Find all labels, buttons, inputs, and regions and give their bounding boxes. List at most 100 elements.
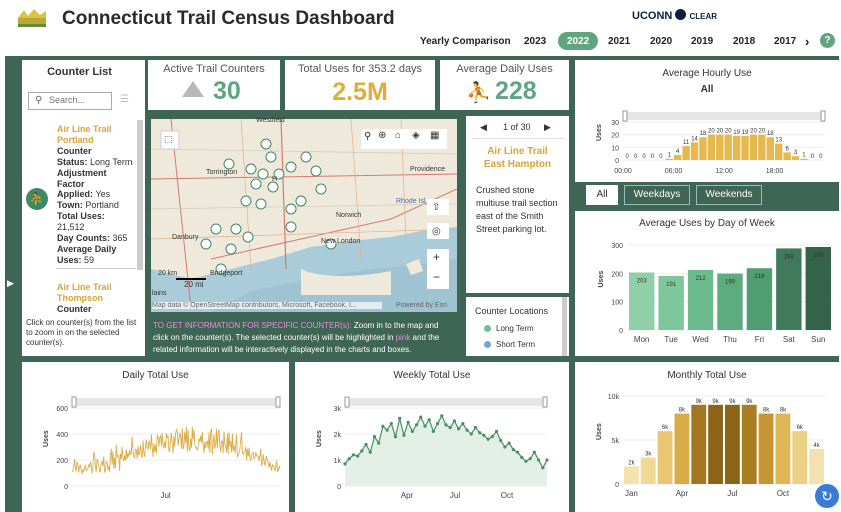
x-tick-label: Thu	[723, 335, 737, 344]
popup-subtitle: East Hampton	[483, 159, 552, 170]
year-2018[interactable]: 2018	[733, 36, 755, 47]
kpi-total-uses: Total Uses for 353.2 days 2.5M	[285, 60, 435, 110]
bar	[783, 152, 791, 160]
y-tick-label: 10k	[608, 394, 620, 401]
data-point	[524, 459, 528, 463]
data-point	[457, 427, 461, 431]
list-item-field: Average Daily	[57, 243, 117, 254]
y-tick-label: 20	[611, 133, 619, 140]
uconn-label: UCONN	[632, 10, 673, 22]
tab-all[interactable]: All	[586, 185, 618, 205]
data-point	[402, 433, 406, 437]
year-2021[interactable]: 2021	[608, 36, 630, 47]
data-label: 19	[742, 130, 749, 136]
weekly-area-chart: 0 1k 2k 3k Uses Apr Jul Oct	[316, 396, 549, 500]
search-input[interactable]	[49, 95, 109, 105]
x-tick-label: Jan	[625, 489, 638, 498]
data-label: 4	[676, 149, 680, 155]
bar	[775, 413, 791, 484]
year-2022[interactable]: 2022	[567, 36, 589, 47]
list-item-field-label: Status:	[57, 156, 91, 167]
list-item-field: Day Counts: 365	[57, 233, 142, 244]
data-point	[343, 462, 347, 466]
y-tick-label: 5k	[612, 438, 620, 445]
list-item-field-value: Long Term	[90, 156, 133, 167]
map-label-bridgeport: Bridgeport	[210, 270, 243, 277]
y-tick-label: 3k	[334, 406, 342, 413]
popup-prev-icon[interactable]: ◀	[480, 122, 487, 133]
more-years-chevron-icon[interactable]: ›	[805, 34, 809, 49]
year-2023[interactable]: 2023	[524, 36, 546, 47]
hourly-tabs: All Weekdays Weekends	[585, 183, 785, 205]
bar	[690, 142, 699, 160]
header: Connecticut Trail Census Dashboard UCONN…	[0, 0, 841, 56]
x-tick-label: 12:00	[715, 168, 733, 175]
hourly-chart-panel: Average Hourly Use All 0 10 20 30 Uses 0 0 0 0 0 1…	[575, 60, 839, 182]
compass-icon[interactable]: ⇧	[432, 202, 440, 213]
refresh-icon[interactable]: ↻	[815, 484, 839, 508]
zoom-minus-icon[interactable]: −	[433, 270, 440, 284]
data-point	[444, 423, 448, 427]
bar	[699, 137, 707, 160]
data-label: 0	[634, 154, 638, 160]
list-item-field-label: Day Counts:	[57, 233, 113, 244]
y-tick-label: 0	[64, 484, 68, 491]
data-label: 11	[683, 140, 690, 146]
search-box[interactable]: ⚲	[28, 92, 112, 110]
list-item[interactable]: Air Line Trail Thompson Counter	[57, 282, 142, 315]
locate-icon[interactable]: ◎	[432, 226, 441, 237]
list-item-field-value: 365	[112, 233, 128, 244]
data-label: 0	[659, 154, 663, 160]
data-label: 203	[637, 278, 648, 284]
filter-icon[interactable]: ☰	[120, 94, 129, 105]
list-scrollbar[interactable]	[137, 120, 143, 270]
data-point	[440, 414, 444, 418]
year-2020[interactable]: 2020	[650, 36, 672, 47]
data-point	[398, 416, 402, 420]
tab-weekdays[interactable]: Weekdays	[624, 185, 690, 205]
data-label: 20	[759, 129, 766, 135]
map-panel[interactable]: ⬚ ⚲ ⊕ ⌂ ◈ ▦ ⇧ ◎ + − Westfield Torrington…	[148, 116, 460, 316]
data-point	[435, 422, 440, 426]
year-2017[interactable]: 2017	[774, 36, 796, 47]
x-tick-label: Jul	[727, 489, 737, 498]
list-item-field: Counter	[57, 145, 92, 156]
data-point	[478, 431, 482, 435]
data-label: 191	[666, 282, 677, 288]
popup-next-icon[interactable]: ▶	[544, 122, 551, 133]
select-tool-icon[interactable]: ⬚	[164, 134, 173, 145]
help-icon[interactable]: ?	[820, 33, 835, 48]
counter-list-scroll[interactable]: ⛹ Air Line Trail Portland Counter Status…	[22, 120, 145, 316]
zoom-in-icon[interactable]: ⊕	[378, 130, 386, 141]
range-slider-track	[72, 398, 280, 406]
data-label: 293	[813, 253, 824, 259]
list-item-subtitle: Thompson	[57, 293, 103, 303]
range-slider-handle	[820, 110, 826, 122]
bar	[791, 156, 800, 160]
list-item-field: Factor	[57, 178, 85, 189]
y-tick-label: 600	[56, 406, 68, 413]
map-search-icon[interactable]: ⚲	[364, 131, 371, 142]
data-label: 13	[775, 138, 782, 144]
data-point	[368, 450, 372, 454]
data-point	[473, 425, 478, 430]
layers-icon[interactable]: ◈	[412, 130, 420, 141]
year-2019[interactable]: 2019	[691, 36, 713, 47]
yearly-comparison-link[interactable]: Yearly Comparison	[420, 36, 511, 47]
data-point	[431, 429, 435, 433]
list-item-title: Air Line Trail	[57, 124, 112, 134]
y-tick-label: 300	[611, 243, 623, 250]
data-label: 1	[668, 153, 672, 159]
bar	[707, 134, 716, 160]
side-expand-arrow-icon[interactable]: ▶	[7, 278, 14, 289]
tab-weekends[interactable]: Weekends	[696, 185, 762, 205]
data-point	[545, 458, 549, 462]
legend-scrollbar[interactable]	[562, 297, 567, 356]
home-icon[interactable]: ⌂	[395, 130, 401, 141]
zoom-plus-icon[interactable]: +	[433, 250, 440, 264]
bar	[749, 134, 758, 160]
data-label: 18	[700, 131, 707, 137]
y-tick-label: 0	[615, 158, 619, 165]
data-point	[385, 428, 389, 432]
basemap-gallery-icon[interactable]: ▦	[430, 130, 439, 141]
